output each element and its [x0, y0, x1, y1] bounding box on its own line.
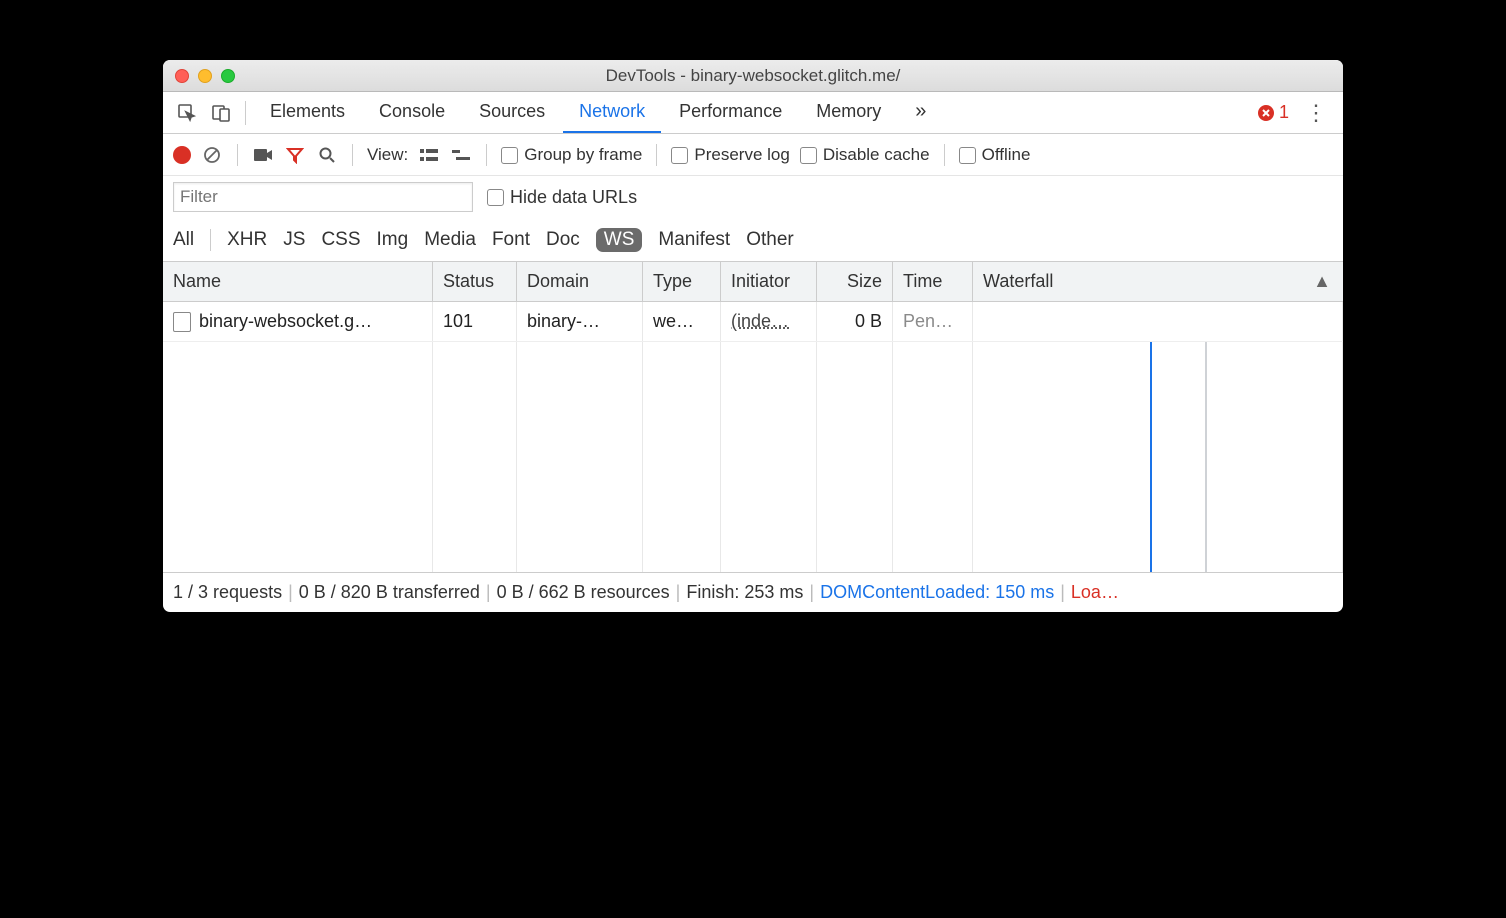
status-finish: Finish: 253 ms — [686, 582, 803, 603]
clear-icon[interactable] — [201, 144, 223, 166]
type-all[interactable]: All — [173, 229, 194, 251]
inspect-element-icon[interactable] — [171, 97, 203, 129]
separator — [656, 144, 657, 166]
type-manifest[interactable]: Manifest — [658, 229, 730, 251]
status-requests: 1 / 3 requests — [173, 582, 282, 603]
status-load: Loa… — [1071, 582, 1119, 603]
network-toolbar: View: Group by frame Preserve log Disabl… — [163, 134, 1343, 176]
separator — [486, 144, 487, 166]
type-img[interactable]: Img — [377, 229, 409, 251]
type-font[interactable]: Font — [492, 229, 530, 251]
file-icon — [173, 312, 191, 332]
tabs-overflow[interactable]: » — [899, 92, 942, 133]
minimize-window-button[interactable] — [198, 69, 212, 83]
search-icon[interactable] — [316, 144, 338, 166]
tab-sources[interactable]: Sources — [463, 92, 561, 133]
type-xhr[interactable]: XHR — [227, 229, 267, 251]
separator — [210, 229, 211, 251]
cell-size: 0 B — [817, 302, 893, 341]
error-count: 1 — [1279, 102, 1289, 123]
col-header-type[interactable]: Type — [643, 262, 721, 301]
tab-elements[interactable]: Elements — [254, 92, 361, 133]
col-header-size[interactable]: Size — [817, 262, 893, 301]
col-header-name[interactable]: Name — [163, 262, 433, 301]
cell-waterfall — [973, 302, 1343, 341]
separator — [237, 144, 238, 166]
grid-body: binary-websocket.g… 101 binary-… we… (in… — [163, 302, 1343, 572]
waterfall-dcl-marker — [1150, 342, 1152, 572]
cell-type: we… — [643, 302, 721, 341]
separator — [944, 144, 945, 166]
type-js[interactable]: JS — [283, 229, 305, 251]
record-button[interactable] — [173, 146, 191, 164]
separator — [352, 144, 353, 166]
window-title: DevTools - binary-websocket.glitch.me/ — [173, 66, 1333, 86]
zoom-window-button[interactable] — [221, 69, 235, 83]
devtools-window: DevTools - binary-websocket.glitch.me/ E… — [163, 60, 1343, 612]
cell-name: binary-websocket.g… — [199, 311, 372, 332]
waterfall-load-marker — [1205, 342, 1207, 572]
window-controls — [175, 69, 235, 83]
type-ws[interactable]: WS — [596, 228, 643, 252]
type-other[interactable]: Other — [746, 229, 794, 251]
sort-asc-icon: ▲ — [1313, 271, 1331, 292]
status-bar: 1 / 3 requests| 0 B / 820 B transferred|… — [163, 572, 1343, 612]
col-header-domain[interactable]: Domain — [517, 262, 643, 301]
grid-header: Name Status Domain Type Initiator Size T… — [163, 262, 1343, 302]
disable-cache-checkbox[interactable]: Disable cache — [800, 145, 930, 165]
type-doc[interactable]: Doc — [546, 229, 580, 251]
large-rows-icon[interactable] — [418, 144, 440, 166]
preserve-log-checkbox[interactable]: Preserve log — [671, 145, 789, 165]
status-resources: 0 B / 662 B resources — [497, 582, 670, 603]
filter-icon[interactable] — [284, 144, 306, 166]
cell-initiator[interactable]: (inde… — [731, 311, 789, 332]
tab-performance[interactable]: Performance — [663, 92, 798, 133]
close-window-button[interactable] — [175, 69, 189, 83]
separator — [245, 101, 246, 125]
filter-bar: Hide data URLs — [163, 176, 1343, 218]
col-header-initiator[interactable]: Initiator — [721, 262, 817, 301]
status-transferred: 0 B / 820 B transferred — [299, 582, 480, 603]
type-css[interactable]: CSS — [321, 229, 360, 251]
titlebar: DevTools - binary-websocket.glitch.me/ — [163, 60, 1343, 92]
hide-data-urls-checkbox[interactable]: Hide data URLs — [487, 187, 637, 208]
overview-icon[interactable] — [450, 144, 472, 166]
type-media[interactable]: Media — [424, 229, 476, 251]
col-header-status[interactable]: Status — [433, 262, 517, 301]
camera-icon[interactable] — [252, 144, 274, 166]
cell-time: Pen… — [893, 302, 973, 341]
offline-checkbox[interactable]: Offline — [959, 145, 1031, 165]
tab-memory[interactable]: Memory — [800, 92, 897, 133]
tab-network[interactable]: Network — [563, 92, 661, 133]
error-badge[interactable]: 1 — [1257, 102, 1289, 123]
device-toolbar-icon[interactable] — [205, 97, 237, 129]
status-dcl: DOMContentLoaded: 150 ms — [820, 582, 1054, 603]
view-label: View: — [367, 145, 408, 165]
kebab-menu-icon[interactable]: ⋮ — [1297, 100, 1335, 126]
col-header-time[interactable]: Time — [893, 262, 973, 301]
col-header-waterfall[interactable]: Waterfall ▲ — [973, 262, 1343, 301]
group-by-frame-checkbox[interactable]: Group by frame — [501, 145, 642, 165]
cell-status: 101 — [433, 302, 517, 341]
tab-console[interactable]: Console — [363, 92, 461, 133]
panel-tabs: Elements Console Sources Network Perform… — [163, 92, 1343, 134]
cell-domain: binary-… — [517, 302, 643, 341]
resource-type-filter: All XHR JS CSS Img Media Font Doc WS Man… — [163, 218, 1343, 262]
filter-input[interactable] — [173, 182, 473, 212]
table-row[interactable]: binary-websocket.g… 101 binary-… we… (in… — [163, 302, 1343, 342]
